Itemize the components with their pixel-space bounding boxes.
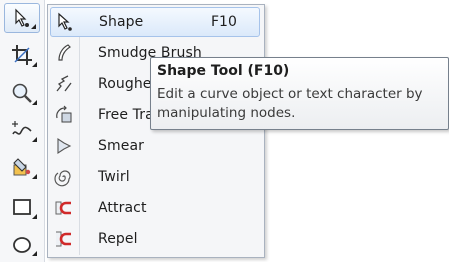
freehand-tool-icon [12,121,32,135]
ellipse-tool-button[interactable] [4,229,40,259]
flyout-indicator-icon [32,137,37,142]
menu-item-shape[interactable]: Shape F10 [50,7,260,37]
smart-fill-tool-icon [13,158,31,176]
menu-item-label: Attract [98,200,147,216]
flyout-indicator-icon [32,251,37,256]
ellipse-tool-icon [13,237,31,253]
twirl-icon [50,163,78,191]
roughen-brush-icon [50,70,78,98]
menu-item-attract[interactable]: Attract [50,193,260,223]
shape-tool-button[interactable] [4,3,40,33]
tooltip-title: Shape Tool (F10) [157,63,290,79]
shape-icon [51,8,79,36]
menu-item-shortcut: F10 [211,14,237,30]
flyout-indicator-icon [32,100,37,105]
menu-item-twirl[interactable]: Twirl [50,162,260,192]
menu-item-label: Shape [99,14,144,30]
flyout-indicator-icon [32,174,37,179]
tooltip-description: Edit a curve object or text character by… [157,86,423,121]
rectangle-tool-button[interactable] [4,192,40,222]
smudge-brush-icon [50,39,78,67]
free-transform-icon [50,101,78,129]
menu-item-smear[interactable]: Smear [50,131,260,161]
attract-icon [50,194,78,222]
shape-tools-flyout-menu: Shape F10 Smudge Brush Roughen Brush Fre… [47,4,265,258]
flyout-indicator-icon [31,24,36,29]
menu-item-label: Twirl [98,169,130,185]
smear-icon [50,132,78,160]
shape-tool-tooltip: Shape Tool (F10) Edit a curve object or … [150,57,449,130]
menu-item-repel[interactable]: Repel [50,224,260,254]
menu-item-label: Smear [98,138,144,154]
freehand-tool-button[interactable] [4,115,40,145]
crop-tool-icon [12,45,32,65]
repel-icon [50,225,78,253]
smart-fill-tool-button[interactable] [4,152,40,182]
menu-item-label: Repel [98,231,138,247]
rectangle-tool-icon [13,199,31,215]
zoom-tool-icon [12,83,32,103]
flyout-indicator-icon [32,214,37,219]
crop-tool-button[interactable] [4,40,40,70]
toolbox [0,0,45,262]
flyout-indicator-icon [32,62,37,67]
zoom-tool-button[interactable] [4,78,40,108]
